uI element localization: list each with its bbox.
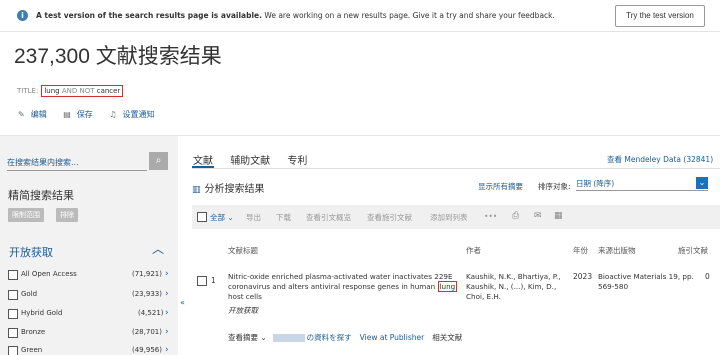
select-all-dropdown[interactable]: 全部 ⌄ bbox=[210, 212, 234, 223]
result-number: 1 bbox=[211, 276, 216, 285]
query-actions: ✎ 编辑 ▤ 保存 ♫ 设置通知 bbox=[18, 109, 169, 120]
open-access-heading[interactable]: 开放获取 bbox=[9, 244, 53, 260]
filter-label: All Open Access bbox=[21, 270, 77, 278]
analyze-results-link[interactable]: ▥ 分析搜索结果 bbox=[192, 180, 265, 195]
filter-checkbox[interactable] bbox=[8, 309, 18, 319]
result-authors[interactable]: Kaushik, N.K., Bhartiya, P., Kaushik, N.… bbox=[466, 272, 566, 302]
chevron-right-icon[interactable]: › bbox=[165, 269, 169, 279]
refine-title: 精简搜索结果 bbox=[8, 189, 74, 202]
filter-label: Hybrid Gold bbox=[21, 309, 63, 317]
filter-item: Bronze (28,701) › bbox=[8, 327, 173, 341]
exclude-button[interactable]: 排除 bbox=[56, 208, 78, 222]
filter-item: Hybrid Gold (4,521) › bbox=[8, 308, 173, 322]
open-access-badge: 开放获取 bbox=[228, 306, 258, 315]
sort-select[interactable]: 日期 (降序) bbox=[576, 176, 708, 191]
chevron-right-icon[interactable]: › bbox=[165, 345, 169, 355]
result-checkbox[interactable] bbox=[197, 276, 207, 286]
result-source[interactable]: Bioactive Materials 19, pp. 569-580 bbox=[598, 272, 698, 292]
filter-count: (28,701) bbox=[132, 328, 162, 336]
search-within-input[interactable]: 在搜索结果内搜索... bbox=[7, 154, 147, 171]
save-button[interactable]: ▤ 保存 bbox=[63, 110, 93, 119]
info-icon: i bbox=[17, 10, 28, 21]
bar-chart-icon: ▥ bbox=[192, 185, 201, 195]
document-tabs: 文献 辅助文献 专利 bbox=[193, 152, 321, 167]
chevron-right-icon[interactable]: › bbox=[165, 308, 169, 318]
result-year: 2023 bbox=[573, 272, 593, 281]
result-title-link[interactable]: Nitric-oxide enriched plasma-activated w… bbox=[228, 272, 460, 302]
filter-checkbox[interactable] bbox=[8, 346, 18, 355]
search-query: TITLE: lung AND NOT cancer bbox=[17, 85, 124, 97]
mendeley-data-link[interactable]: 查看 Mendeley Data (32841) bbox=[607, 154, 713, 165]
try-test-version-button[interactable]: Try the test version bbox=[615, 5, 705, 27]
find-resource-link[interactable]: の資料を探す bbox=[307, 333, 352, 342]
view-abstract-link[interactable]: 查看摘要 ⌄ bbox=[228, 333, 267, 342]
add-to-list-button[interactable]: 添加到列表 bbox=[430, 212, 468, 223]
tab-patents[interactable]: 专利 bbox=[287, 156, 307, 167]
banner-message: A test version of the search results pag… bbox=[36, 11, 555, 20]
query-expression: lung AND NOT cancer bbox=[41, 85, 124, 97]
filter-item: All Open Access (71,921) › bbox=[8, 269, 173, 283]
related-documents-link[interactable]: 相关文献 bbox=[432, 333, 462, 342]
tab-secondary-documents[interactable]: 辅助文献 bbox=[230, 156, 270, 167]
result-cited-by: 0 bbox=[705, 272, 710, 281]
result-links: 查看摘要 ⌄ の資料を探す View at Publisher 相关文献 bbox=[228, 332, 462, 343]
column-header-title[interactable]: 文献标题 bbox=[228, 245, 258, 256]
query-field: TITLE: bbox=[17, 87, 39, 95]
library-logo bbox=[272, 334, 305, 342]
set-alert-button[interactable]: ♫ 设置通知 bbox=[109, 110, 154, 119]
filter-label: Gold bbox=[21, 290, 38, 298]
download-button[interactable]: 下载 bbox=[276, 212, 291, 223]
filter-label: Green bbox=[21, 346, 43, 354]
highlighted-term: lung bbox=[437, 281, 458, 292]
filter-checkbox[interactable] bbox=[8, 270, 18, 280]
export-button[interactable]: 导出 bbox=[246, 212, 261, 223]
chevron-down-icon[interactable]: ⌄ bbox=[696, 177, 708, 189]
chevron-right-icon[interactable]: › bbox=[165, 327, 169, 337]
pencil-icon: ✎ bbox=[18, 110, 25, 119]
test-version-banner: i A test version of the search results p… bbox=[0, 0, 720, 32]
filter-count: (4,521) bbox=[138, 309, 164, 317]
select-all-checkbox[interactable] bbox=[197, 212, 207, 222]
limit-to-button[interactable]: 限制范围 bbox=[8, 208, 44, 222]
collapse-sidebar-icon[interactable]: « bbox=[180, 298, 185, 307]
column-header-authors[interactable]: 作者 bbox=[466, 245, 481, 256]
chevron-right-icon[interactable]: › bbox=[165, 289, 169, 299]
filter-count: (49,956) bbox=[132, 346, 162, 354]
show-all-abstracts-link[interactable]: 显示所有摘要 bbox=[478, 181, 523, 192]
divider bbox=[192, 168, 720, 169]
bibliography-icon[interactable]: ▦ bbox=[554, 211, 563, 221]
column-header-cited-by[interactable]: 施引文献 bbox=[678, 245, 708, 256]
filter-count: (71,921) bbox=[132, 270, 162, 278]
page-title: 237,300 文献搜索结果 bbox=[14, 45, 222, 68]
sort-label: 排序对象: bbox=[538, 182, 571, 191]
view-cited-by-button[interactable]: 查看施引文献 bbox=[367, 212, 412, 223]
results-toolbar: 全部 ⌄ 导出 下载 查看引文概览 查看施引文献 添加到列表 ••• ⎙ ✉ ▦ bbox=[192, 205, 720, 229]
more-options-button[interactable]: ••• bbox=[484, 212, 497, 221]
chevron-up-icon[interactable]: ︿ bbox=[152, 240, 164, 257]
column-header-year[interactable]: 年份 bbox=[573, 245, 588, 256]
bell-icon: ♫ bbox=[109, 110, 117, 119]
search-icon[interactable]: ⌕ bbox=[149, 152, 168, 170]
filter-count: (23,933) bbox=[132, 290, 162, 298]
column-header-source[interactable]: 来源出版物 bbox=[598, 245, 636, 256]
save-icon: ▤ bbox=[63, 110, 71, 119]
email-icon[interactable]: ✉ bbox=[534, 211, 542, 221]
filter-item: Green (49,956) › bbox=[8, 345, 173, 355]
refine-sidebar: 在搜索结果内搜索... ⌕ 精简搜索结果 限制范围 排除 开放获取 ︿ All … bbox=[0, 136, 178, 355]
filter-checkbox[interactable] bbox=[8, 328, 18, 338]
citation-overview-button[interactable]: 查看引文概览 bbox=[306, 212, 351, 223]
print-icon[interactable]: ⎙ bbox=[512, 211, 519, 221]
view-at-publisher-link[interactable]: View at Publisher bbox=[360, 333, 425, 342]
filter-label: Bronze bbox=[21, 328, 46, 336]
filter-checkbox[interactable] bbox=[8, 290, 18, 300]
filter-item: Gold (23,933) › bbox=[8, 289, 173, 303]
edit-button[interactable]: ✎ 编辑 bbox=[18, 110, 47, 119]
